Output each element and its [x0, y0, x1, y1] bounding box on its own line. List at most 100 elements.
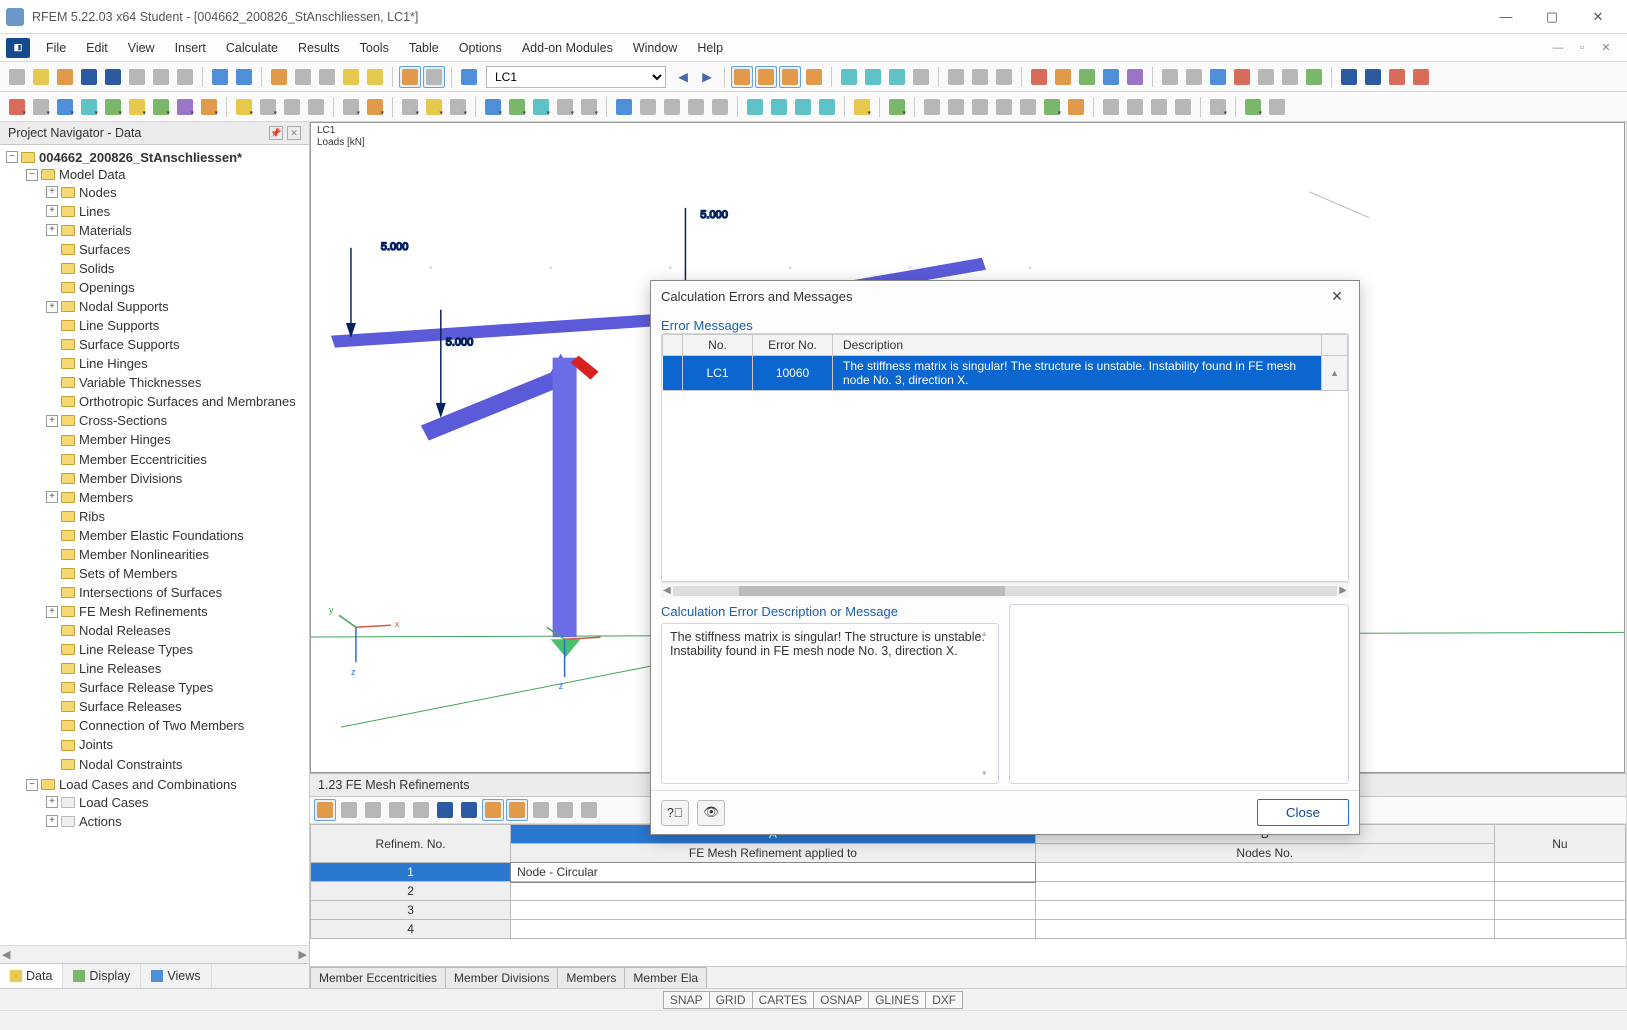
- tb-saveas[interactable]: [102, 66, 124, 88]
- menu-calculate[interactable]: Calculate: [216, 38, 288, 58]
- status-osnap[interactable]: OSNAP: [813, 991, 869, 1009]
- tree-item[interactable]: Line Hinges: [79, 356, 148, 371]
- tb-check-2[interactable]: [1183, 66, 1205, 88]
- expand-icon[interactable]: +: [46, 205, 58, 217]
- tb2-u1[interactable]: [1100, 96, 1122, 118]
- tree-item[interactable]: Member Elastic Foundations: [79, 528, 244, 543]
- status-glines[interactable]: GLINES: [868, 991, 926, 1009]
- tb2-t1[interactable]: [921, 96, 943, 118]
- tb-printgraphic[interactable]: [174, 66, 196, 88]
- navtab-display[interactable]: Display: [63, 964, 141, 988]
- tb2-w1[interactable]: [1207, 96, 1229, 118]
- tb-mesh-2[interactable]: [969, 66, 991, 88]
- tb2-flag[interactable]: [233, 96, 255, 118]
- tb2-zoom1[interactable]: [613, 96, 635, 118]
- tb-check-4[interactable]: [1231, 66, 1253, 88]
- td-b12[interactable]: [578, 799, 600, 821]
- tb-calc-4[interactable]: [910, 66, 932, 88]
- dialog-titlebar[interactable]: Calculation Errors and Messages ✕: [651, 281, 1359, 312]
- tb2-s1[interactable]: [886, 96, 908, 118]
- ttab-div[interactable]: Member Divisions: [445, 967, 558, 988]
- tb-save[interactable]: [78, 66, 100, 88]
- expand-icon[interactable]: +: [46, 815, 58, 827]
- expand-icon[interactable]: +: [46, 796, 58, 808]
- tree-item[interactable]: Surface Release Types: [79, 680, 213, 695]
- ttab-mem[interactable]: Members: [557, 967, 625, 988]
- menu-edit[interactable]: Edit: [76, 38, 118, 58]
- tb2-opening[interactable]: [126, 96, 148, 118]
- tree-item[interactable]: Orthotropic Surfaces and Membranes: [79, 394, 296, 409]
- tb-module-3[interactable]: [1076, 66, 1098, 88]
- tree-item[interactable]: Cross-Sections: [79, 413, 167, 428]
- menu-options[interactable]: Options: [449, 38, 512, 58]
- dlg-eye-button[interactable]: 👁: [697, 800, 725, 826]
- mdi-restore-button[interactable]: ▫: [1571, 41, 1593, 55]
- tree-item[interactable]: Member Nonlinearities: [79, 547, 209, 562]
- tb-zoomwin[interactable]: [316, 66, 338, 88]
- pin-icon[interactable]: 📌: [269, 126, 283, 140]
- tb2-cube[interactable]: [340, 96, 362, 118]
- tb2-member[interactable]: [54, 96, 76, 118]
- lc-next[interactable]: ▶: [696, 66, 718, 88]
- td-b7[interactable]: [458, 799, 480, 821]
- tb-saveall[interactable]: [126, 66, 148, 88]
- td-b9[interactable]: [506, 799, 528, 821]
- tb-print[interactable]: [150, 66, 172, 88]
- tb-xx-4[interactable]: [1410, 66, 1432, 88]
- tree-root[interactable]: 004662_200826_StAnschliessen*: [39, 150, 242, 165]
- maximize-button[interactable]: ▢: [1529, 0, 1575, 34]
- tb-check-5[interactable]: [1255, 66, 1277, 88]
- status-dxf[interactable]: DXF: [925, 991, 963, 1009]
- tb-proj[interactable]: [340, 66, 362, 88]
- tree-item[interactable]: Surface Releases: [79, 699, 182, 714]
- td-b3[interactable]: [362, 799, 384, 821]
- tb2-c5[interactable]: [578, 96, 600, 118]
- tree-item[interactable]: Materials: [79, 223, 132, 238]
- tb-calc-2[interactable]: [862, 66, 884, 88]
- tb2-u3[interactable]: [1148, 96, 1170, 118]
- td-b8[interactable]: [482, 799, 504, 821]
- dlg-close-button[interactable]: Close: [1257, 799, 1349, 826]
- tree-actions[interactable]: Actions: [79, 814, 122, 829]
- tree-item[interactable]: Nodal Releases: [79, 623, 171, 638]
- tb2-surface[interactable]: [78, 96, 100, 118]
- tree-item[interactable]: FE Mesh Refinements: [79, 604, 208, 619]
- menu-window[interactable]: Window: [623, 38, 687, 58]
- dialog-close-icon[interactable]: ✕: [1325, 288, 1349, 305]
- td-b4[interactable]: [386, 799, 408, 821]
- td-b1[interactable]: [314, 799, 336, 821]
- navigator-tree[interactable]: −004662_200826_StAnschliessen* −Model Da…: [0, 145, 309, 945]
- tb-open[interactable]: [30, 66, 52, 88]
- td-b2[interactable]: [338, 799, 360, 821]
- tree-item[interactable]: Connection of Two Members: [79, 718, 244, 733]
- tb2-t7[interactable]: [1065, 96, 1087, 118]
- status-snap[interactable]: SNAP: [663, 991, 710, 1009]
- close-panel-icon[interactable]: ✕: [287, 126, 301, 140]
- tb2-r1[interactable]: [851, 96, 873, 118]
- menu-tools[interactable]: Tools: [350, 38, 399, 58]
- mdi-minimize-button[interactable]: —: [1547, 41, 1569, 55]
- tree-item[interactable]: Nodes: [79, 185, 117, 200]
- tb-world[interactable]: [458, 66, 480, 88]
- error-table[interactable]: No. Error No. Description LC1 10060 The …: [662, 334, 1348, 391]
- menu-addons[interactable]: Add-on Modules: [512, 38, 623, 58]
- tb-module-5[interactable]: [1124, 66, 1146, 88]
- tree-item[interactable]: Member Hinges: [79, 433, 171, 448]
- tb-check-1[interactable]: [1159, 66, 1181, 88]
- tb2-v2[interactable]: [768, 96, 790, 118]
- tb2-u2[interactable]: [1124, 96, 1146, 118]
- tb2-v3[interactable]: [792, 96, 814, 118]
- tb-mode-4[interactable]: [803, 66, 825, 88]
- lc-prev[interactable]: ◀: [672, 66, 694, 88]
- tree-loadcases[interactable]: Load Cases: [79, 795, 148, 810]
- menu-table[interactable]: Table: [399, 38, 449, 58]
- ttab-ecc[interactable]: Member Eccentricities: [310, 967, 446, 988]
- ttab-ela[interactable]: Member Ela: [624, 967, 707, 988]
- navtab-views[interactable]: Views: [141, 964, 211, 988]
- tb2-t6[interactable]: [1041, 96, 1063, 118]
- menu-results[interactable]: Results: [288, 38, 350, 58]
- menu-insert[interactable]: Insert: [165, 38, 216, 58]
- error-row-selected[interactable]: LC1 10060 The stiffness matrix is singul…: [663, 356, 1348, 391]
- expand-icon[interactable]: +: [46, 224, 58, 236]
- tb2-c4[interactable]: [554, 96, 576, 118]
